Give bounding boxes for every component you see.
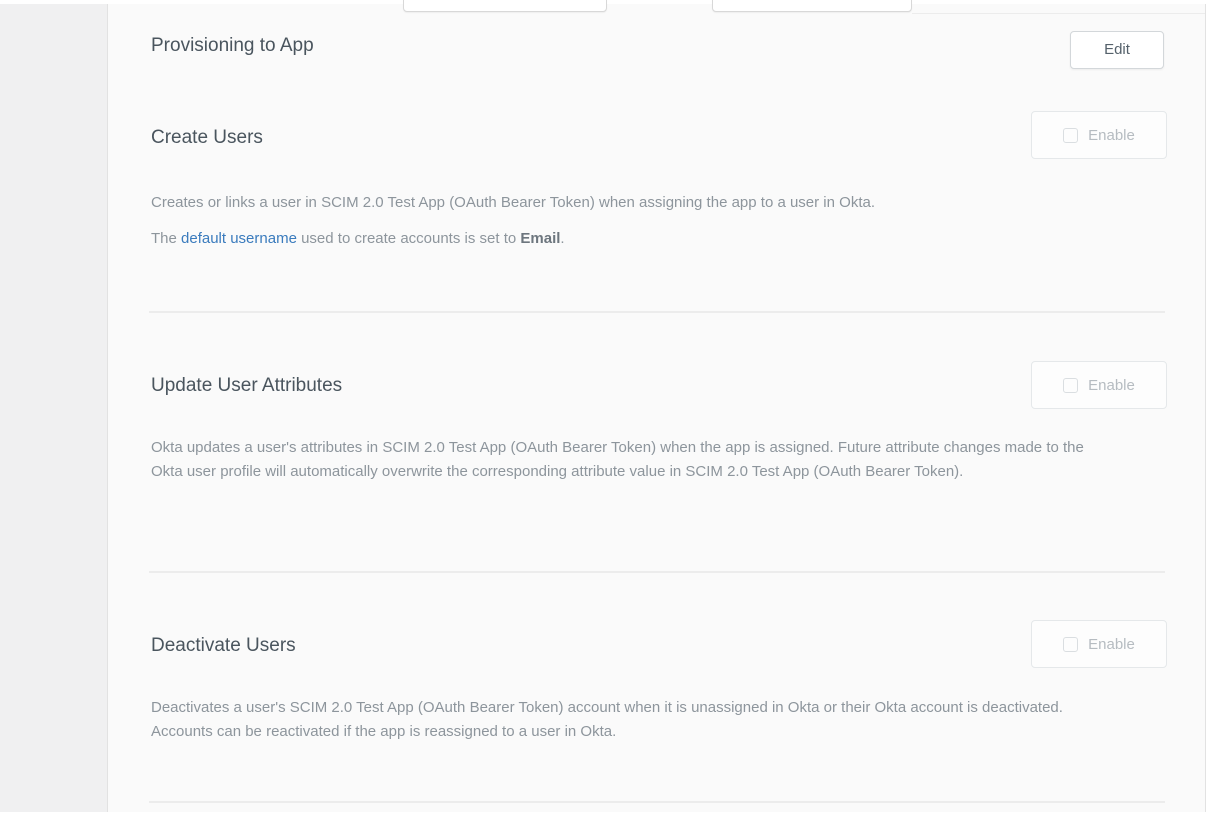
page-title: Provisioning to App — [151, 35, 314, 57]
left-sidebar-background — [0, 4, 107, 812]
header-divider-segment — [912, 13, 1205, 14]
checkbox-icon[interactable] — [1063, 378, 1078, 393]
enable-toggle-label: Enable — [1088, 377, 1135, 394]
section-title-update-user-attributes: Update User Attributes — [151, 375, 342, 397]
checkbox-icon[interactable] — [1063, 637, 1078, 652]
deactivate-users-description: Deactivates a user's SCIM 2.0 Test App (… — [151, 696, 1101, 744]
enable-toggle-label: Enable — [1088, 127, 1135, 144]
section-divider — [149, 571, 1165, 573]
section-title-create-users: Create Users — [151, 127, 263, 149]
create-users-username-note: The default username used to create acco… — [151, 227, 565, 251]
provisioning-settings-panel: Provisioning to App Edit Create Users En… — [107, 4, 1206, 812]
checkbox-icon[interactable] — [1063, 128, 1078, 143]
enable-toggle-label: Enable — [1088, 636, 1135, 653]
note-text: . — [560, 230, 564, 247]
enable-toggle-deactivate-users[interactable]: Enable — [1031, 620, 1167, 668]
section-divider — [149, 801, 1165, 803]
section-title-deactivate-users: Deactivate Users — [151, 635, 296, 657]
enable-toggle-create-users[interactable]: Enable — [1031, 111, 1167, 159]
note-bold-value: Email — [520, 230, 560, 247]
edit-button[interactable]: Edit — [1070, 31, 1164, 69]
enable-toggle-update-user-attributes[interactable]: Enable — [1031, 361, 1167, 409]
update-user-attributes-description: Okta updates a user's attributes in SCIM… — [151, 436, 1101, 484]
cutoff-input-field-2[interactable] — [712, 0, 912, 12]
default-username-link[interactable]: default username — [181, 230, 297, 247]
note-text: The — [151, 230, 181, 247]
cutoff-input-field-1[interactable] — [403, 0, 607, 12]
section-divider — [149, 311, 1165, 313]
note-text: used to create accounts is set to — [297, 230, 520, 247]
create-users-description: Creates or links a user in SCIM 2.0 Test… — [151, 191, 875, 215]
